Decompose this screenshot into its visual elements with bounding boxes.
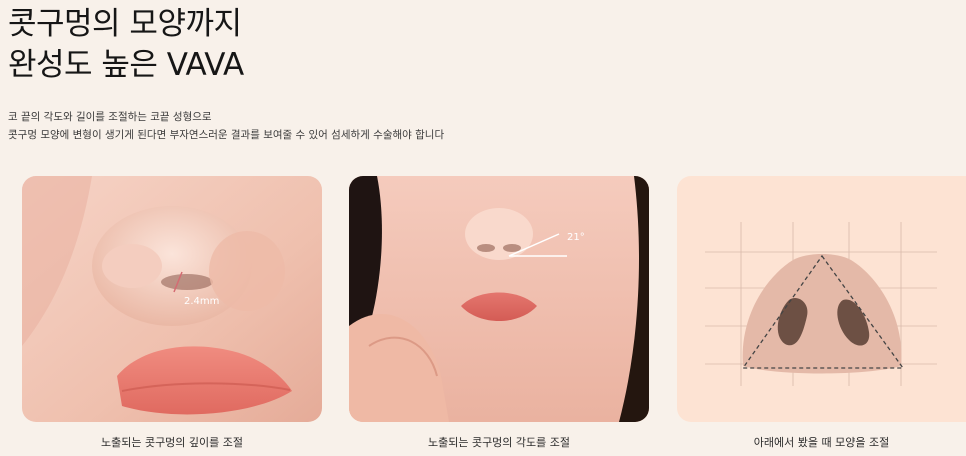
description-line-2: 콧구멍 모양에 변형이 생기게 된다면 부자연스러운 결과를 보여줄 수 있어 … (8, 129, 445, 141)
description: 코 끝의 각도와 길이를 조절하는 코끝 성형으로 콧구멍 모양에 변형이 생기… (8, 108, 444, 144)
nose-angle-illustration: 21° (349, 176, 649, 422)
caption-bottom-view: 아래에서 봤을 때 모양을 조절 (753, 436, 890, 449)
nose-angle-photo: 21° (349, 176, 649, 422)
caption-nostril-angle: 노출되는 콧구멍의 각도를 조절 (427, 436, 571, 449)
headline-line-2: 완성도 높은 VAVA (8, 47, 244, 83)
headline-line-1: 콧구멍의 모양까지 (8, 6, 242, 42)
nose-bottom-view-diagram (677, 176, 966, 422)
headline: 콧구멍의 모양까지 완성도 높은 VAVA (8, 4, 244, 86)
nose-depth-illustration: 2.4mm (22, 176, 322, 422)
depth-measure-label: 2.4mm (184, 296, 219, 307)
angle-measure-label: 21° (567, 232, 585, 243)
description-line-1: 코 끝의 각도와 길이를 조절하는 코끝 성형으로 (8, 111, 212, 123)
nostril-shape-diagram (677, 176, 966, 422)
caption-nostril-depth: 노출되는 콧구멍의 깊이를 조절 (100, 436, 244, 449)
nose-depth-photo: 2.4mm (22, 176, 322, 422)
